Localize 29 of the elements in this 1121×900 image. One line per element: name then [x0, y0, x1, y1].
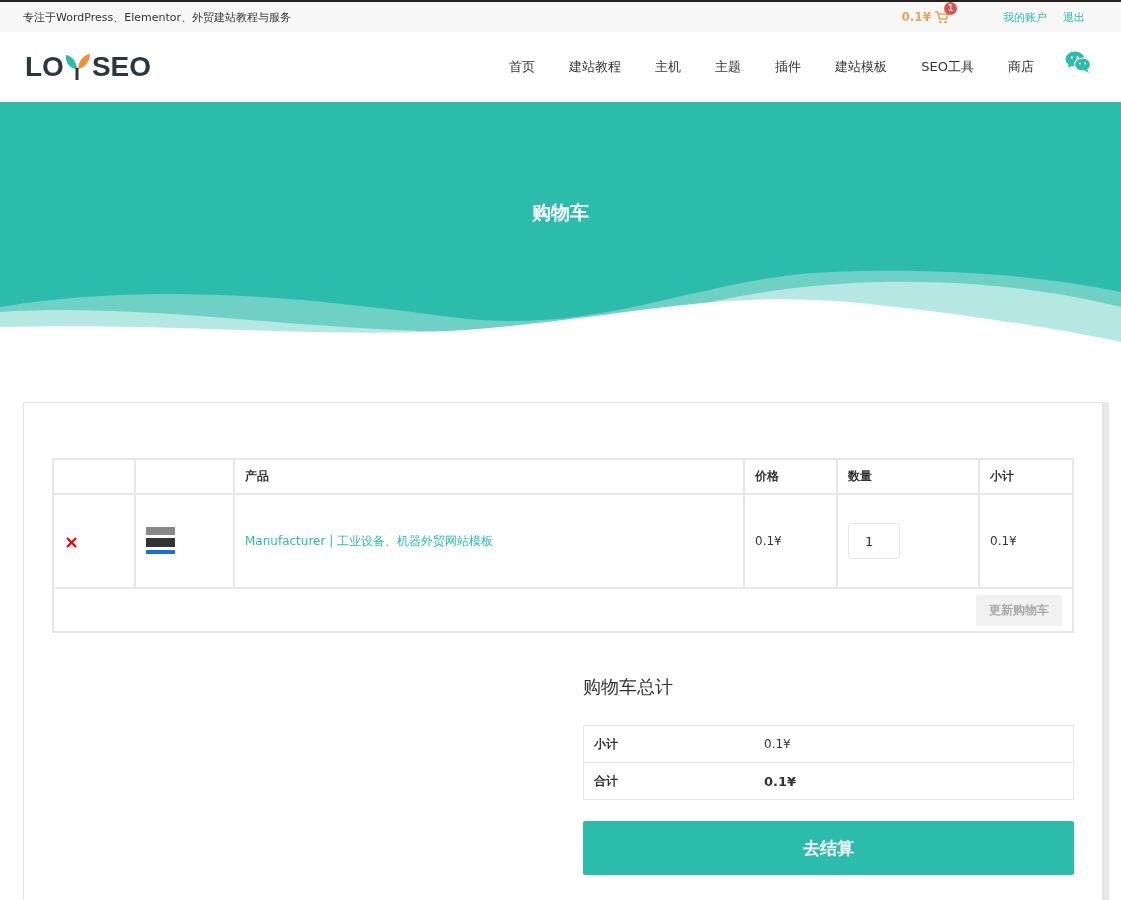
table-cell: 0.1¥ [979, 494, 1073, 588]
totals-heading: 购物车总计 [583, 675, 674, 699]
logo-text: LO [25, 51, 64, 83]
column-header: 小计 [979, 459, 1073, 494]
remove-icon[interactable]: × [64, 530, 80, 552]
column-header: 数量 [837, 459, 979, 494]
column-header: 产品 [234, 459, 744, 494]
cart-count-badge: 1 [944, 2, 957, 15]
nav-item[interactable]: 商店 [991, 58, 1051, 76]
nav-item[interactable]: 主题 [698, 58, 759, 76]
logo[interactable]: LO SEO [25, 51, 152, 83]
quantity-field[interactable]: 1 [848, 523, 900, 559]
nav-item[interactable]: 主机 [638, 58, 699, 76]
cart-icon [935, 10, 949, 24]
column-header: 价格 [744, 459, 837, 494]
nav-item[interactable]: 首页 [492, 58, 553, 76]
table-cell: 0.1¥ [744, 494, 837, 588]
totals-value: 0.1¥ [754, 725, 1074, 763]
totals-label: 小计 [583, 725, 754, 763]
nav-item[interactable]: 建站教程 [552, 58, 639, 76]
tagline: 专注于WordPress、Elementor、外贸建站教程与服务 [23, 9, 292, 25]
nav-item[interactable]: 插件 [758, 58, 819, 76]
nav-item[interactable]: SEO工具 [904, 58, 991, 76]
totals-value: 0.1¥ [754, 762, 1074, 800]
nav-item[interactable]: 建站模板 [818, 58, 905, 76]
logo-text: SEO [91, 51, 152, 83]
product-thumbnail[interactable] [146, 526, 175, 556]
totals-label: 合计 [583, 762, 754, 800]
page-title: 购物车 [532, 200, 589, 224]
